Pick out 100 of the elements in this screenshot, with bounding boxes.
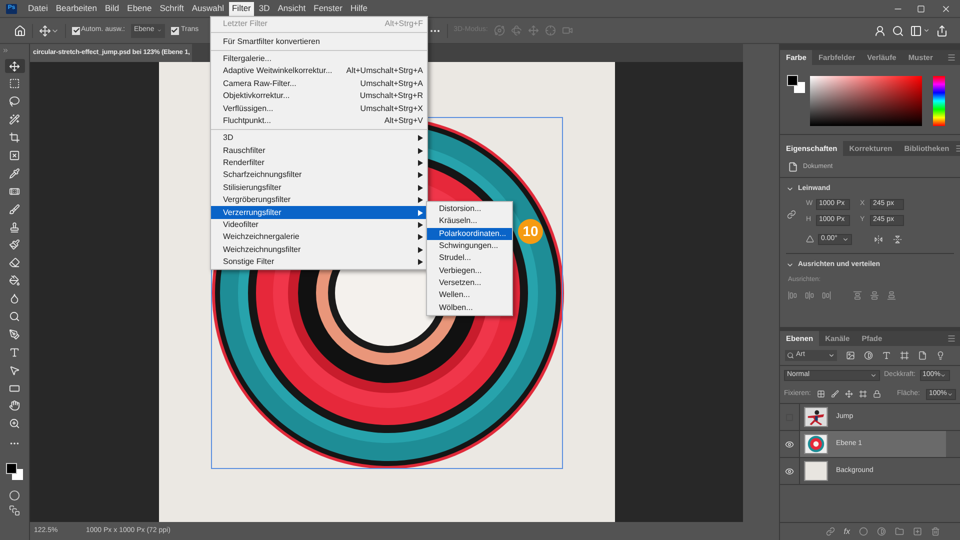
menu-entry[interactable]: Vergröberungsfilter	[211, 194, 427, 206]
home-icon[interactable]	[14, 24, 26, 36]
type-filter-icon[interactable]	[882, 351, 891, 360]
layer-style-button[interactable]: fx	[844, 526, 850, 538]
rectangle-tool-icon[interactable]	[9, 382, 20, 394]
menu-item[interactable]: Filter	[228, 2, 254, 16]
lasso-tool-icon[interactable]	[9, 96, 20, 108]
caret-icon[interactable]	[940, 372, 947, 379]
hue-spectrum[interactable]	[933, 76, 945, 126]
menu-item[interactable]: Ansicht	[274, 2, 309, 16]
menu-item[interactable]: Hilfe	[347, 2, 370, 16]
menu-entry[interactable]: Für Smartfilter konvertieren	[211, 35, 427, 48]
search-icon[interactable]	[892, 24, 904, 36]
image-filter-icon[interactable]	[846, 351, 855, 360]
menu-entry[interactable]: Videofilter	[211, 218, 427, 232]
align-bottom-icon[interactable]	[887, 290, 896, 300]
hand-tool-icon[interactable]	[9, 400, 20, 412]
healing-tool-icon[interactable]	[9, 186, 20, 197]
move-tool-icon[interactable]	[9, 60, 20, 72]
caret-icon[interactable]	[870, 372, 877, 379]
align-right-icon[interactable]	[822, 290, 831, 300]
eye-icon[interactable]	[785, 440, 794, 448]
menu-entry[interactable]: Verbiegen...	[427, 264, 512, 277]
lock-icon[interactable]	[872, 390, 881, 398]
frame-tool-icon[interactable]	[9, 150, 20, 161]
lock-pixels-icon[interactable]	[816, 390, 825, 398]
maximize-icon[interactable]	[917, 4, 925, 12]
quick-mask-icon[interactable]	[9, 490, 20, 502]
shape-filter-icon[interactable]	[900, 351, 909, 360]
caret-icon[interactable]	[828, 352, 835, 359]
mask-icon[interactable]	[859, 527, 868, 536]
menu-entry[interactable]: Wölben...	[427, 301, 512, 314]
trash-icon[interactable]	[931, 527, 940, 536]
menu-entry[interactable]: Distorsion...	[427, 203, 512, 216]
lock-position-icon[interactable]	[844, 390, 853, 398]
tool-button[interactable]	[4, 59, 24, 73]
caret-icon[interactable]	[157, 27, 162, 34]
menu-entry[interactable]: Fluchtpunkt... Alt+Strg+V	[211, 114, 427, 128]
eyedropper-tool-icon[interactable]	[9, 168, 20, 179]
share-icon[interactable]	[936, 24, 948, 36]
close-icon[interactable]	[941, 4, 951, 14]
foreground-swatch[interactable]	[6, 462, 16, 474]
eye-icon[interactable]	[785, 466, 794, 476]
menu-entry[interactable]: Scharfzeichnungsfilter	[211, 169, 427, 182]
menu-item[interactable]: Bearbeiten	[52, 2, 100, 16]
transform-checkbox[interactable]	[170, 26, 179, 34]
align-top-icon[interactable]	[853, 290, 862, 300]
menu-item[interactable]: Datei	[25, 2, 51, 16]
menu-item[interactable]: Bild	[102, 2, 122, 16]
crop-tool-icon[interactable]	[9, 132, 20, 144]
menu-item[interactable]: Auswahl	[188, 2, 227, 16]
smart-object-filter-icon[interactable]	[918, 351, 927, 360]
panel-menu-icon[interactable]	[947, 53, 956, 62]
menu-entry[interactable]: Adaptive Weitwinkelkorrektur... Alt+Umschalt+Strg+A	[211, 65, 427, 78]
menu-entry[interactable]: Versetzen...	[427, 276, 512, 290]
adjustment-filter-icon[interactable]	[864, 351, 873, 360]
brush-tool-icon[interactable]	[9, 204, 20, 215]
flip-horizontal-icon[interactable]	[874, 234, 883, 244]
menu-entry[interactable]: 3D	[211, 132, 427, 145]
menu-entry[interactable]: Renderfilter	[211, 156, 427, 170]
workspace-icon[interactable]	[910, 24, 922, 36]
zoom-tool-icon[interactable]	[9, 418, 20, 430]
align-left-icon[interactable]	[788, 290, 797, 300]
path-selection-tool-icon[interactable]	[9, 364, 20, 376]
color-field[interactable]	[810, 76, 922, 126]
menu-entry[interactable]: Camera Raw-Filter... Umschalt+Strg+A	[211, 78, 427, 90]
move-icon[interactable]	[39, 24, 51, 36]
menu-entry[interactable]: Verflüssigen... Umschalt+Strg+X	[211, 102, 427, 115]
eraser-tool-icon[interactable]	[9, 257, 20, 268]
filter-toggle-icon[interactable]	[936, 351, 945, 360]
align-middle-icon[interactable]	[870, 290, 879, 300]
caret-icon[interactable]	[923, 27, 930, 34]
menu-entry[interactable]: Strudel...	[427, 252, 512, 264]
menu-item[interactable]: Ebene	[124, 2, 155, 16]
type-tool-icon[interactable]	[9, 346, 20, 358]
foreground-swatch[interactable]	[787, 75, 798, 86]
menu-item[interactable]: 3D	[256, 2, 273, 16]
menu-entry[interactable]: Schwingungen...	[427, 240, 512, 252]
menu-entry[interactable]: Wellen...	[427, 289, 512, 302]
screen-mode-icon[interactable]	[9, 505, 20, 516]
menu-item[interactable]: Fenster	[310, 2, 346, 16]
adjustment-layer-icon[interactable]	[877, 527, 886, 536]
lock-artboard-icon[interactable]	[858, 390, 867, 398]
link-layers-icon[interactable]	[826, 527, 835, 536]
menu-entry[interactable]: Kräuseln...	[427, 215, 512, 228]
menu-entry[interactable]: Filtergalerie...	[211, 52, 427, 66]
history-brush-tool-icon[interactable]	[9, 239, 20, 250]
menu-item[interactable]: Schrift	[156, 2, 187, 16]
user-icon[interactable]	[874, 24, 886, 36]
caret-icon[interactable]	[946, 390, 953, 398]
menu-entry[interactable]: Rauschfilter	[211, 144, 427, 157]
paint-bucket-tool-icon[interactable]	[9, 275, 20, 286]
blur-tool-icon[interactable]	[9, 293, 20, 304]
pen-tool-icon[interactable]	[9, 328, 20, 340]
menu-entry[interactable]: Sonstige Filter	[211, 256, 427, 268]
lock-paint-icon[interactable]	[830, 390, 839, 398]
menu-entry[interactable]: Verzerrungsfilter	[211, 206, 427, 219]
magic-wand-tool-icon[interactable]	[9, 114, 20, 126]
menu-entry[interactable]: Objektivkorrektur... Umschalt+Strg+R	[211, 90, 427, 102]
caret-icon[interactable]	[842, 236, 849, 242]
